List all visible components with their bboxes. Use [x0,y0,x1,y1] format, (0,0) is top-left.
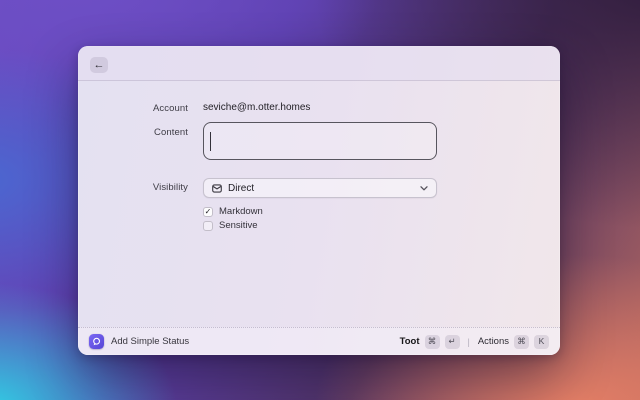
sensitive-checkbox[interactable] [203,220,213,231]
envelope-icon [212,183,222,193]
command-key-icon: ⌘ [424,334,440,349]
sensitive-checkbox-row[interactable]: Sensitive [203,220,258,231]
account-value: seviche@m.otter.homes [203,102,311,113]
window-footer: Add Simple Status Toot ⌘ ↵ | Actions ⌘ K [78,327,560,355]
visibility-label: Visibility [152,182,188,193]
compose-status-window: ← Account seviche@m.otter.homes Content … [78,46,560,355]
footer-app-info: Add Simple Status [89,334,189,349]
app-title: Add Simple Status [111,336,190,347]
actions-label: Actions [477,336,509,347]
content-textarea[interactable] [203,122,437,160]
checkmark-icon: ✓ [204,206,212,216]
return-key-icon: ↵ [444,334,460,349]
footer-actions: Toot ⌘ ↵ | Actions ⌘ K [399,334,549,349]
text-cursor [210,132,211,151]
back-button[interactable]: ← [90,57,108,73]
command-key-icon: ⌘ [514,334,529,349]
account-label: Account [152,103,188,114]
speech-bubble-icon [89,334,104,349]
back-arrow-icon: ← [93,58,105,71]
markdown-checkbox-row[interactable]: ✓ Markdown [203,206,263,217]
k-key-icon: K [534,334,549,349]
markdown-label[interactable]: Markdown [219,206,263,217]
toot-button[interactable]: Toot ⌘ ↵ [399,334,460,349]
window-titlebar: ← [78,46,560,81]
toot-label: Toot [399,336,420,347]
content-label: Content [154,127,188,138]
markdown-checkbox[interactable]: ✓ [203,206,213,217]
sensitive-label[interactable]: Sensitive [219,220,258,231]
chevron-down-icon [420,185,428,191]
visibility-value: Direct [228,182,255,194]
desktop-wallpaper: ← Account seviche@m.otter.homes Content … [0,0,640,400]
footer-divider: | [467,336,470,347]
actions-button[interactable]: Actions ⌘ K [477,334,549,349]
visibility-select[interactable]: Direct [203,178,437,198]
